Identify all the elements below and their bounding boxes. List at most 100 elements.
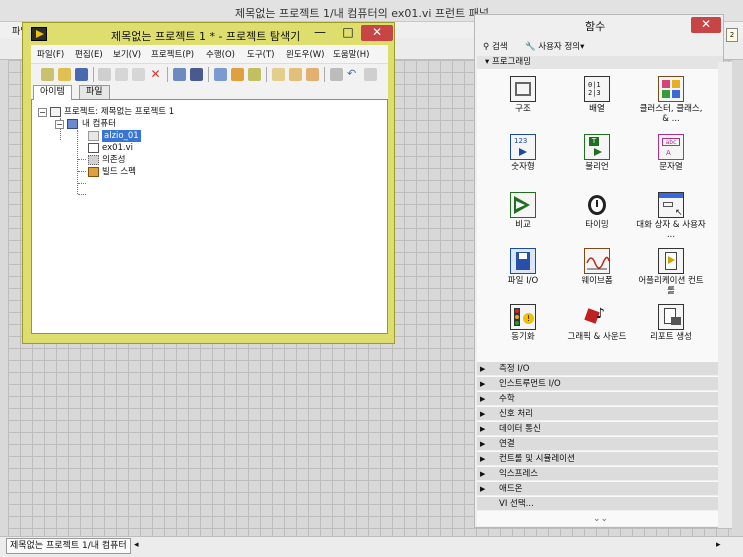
category-programming-header[interactable]: ▾ 프로그래밍 <box>477 56 723 69</box>
palette-item-array[interactable]: 0|1 2|3 배열 <box>561 76 633 132</box>
menu-operate[interactable]: 수행(O) <box>206 48 235 60</box>
undo-icon[interactable]: ↶ <box>347 68 360 81</box>
category-math[interactable]: ▶ 수학 <box>477 392 721 406</box>
dependency-icon[interactable] <box>248 68 261 81</box>
wrench-icon: 🔧 <box>525 42 536 52</box>
toolbar-separator <box>324 67 325 82</box>
palette-item-report[interactable]: 리포트 생성 <box>635 304 707 360</box>
menu-view[interactable]: 보기(V) <box>113 48 141 60</box>
chevron-right-icon: ▶ <box>480 410 486 418</box>
category-instrument-io[interactable]: ▶ 인스트루먼트 I/O <box>477 377 721 391</box>
palette-customize-button[interactable]: 🔧 사용자 정의▾ <box>525 40 584 54</box>
palette-item-waveform[interactable]: 웨이브폼 <box>561 248 633 304</box>
category-data-communication[interactable]: ▶ 데이터 통신 <box>477 422 721 436</box>
tool-b-icon[interactable] <box>289 68 302 81</box>
report-icon <box>658 304 684 330</box>
search-label: 검색 <box>491 42 508 52</box>
palette-item-numeric[interactable]: 123 숫자형 <box>487 134 559 190</box>
dependencies-icon <box>88 155 99 165</box>
tree-item-folder[interactable]: alzio_01 <box>102 130 141 142</box>
scroll-left-icon[interactable]: ◂ <box>134 540 139 550</box>
delete-icon[interactable]: ✕ <box>149 68 162 81</box>
category-express[interactable]: ▶ 익스프레스 <box>477 467 721 481</box>
palette-item-string[interactable]: abc A 문자열 <box>635 134 707 190</box>
collapse-root-icon[interactable]: − <box>38 108 47 117</box>
palette-item-file-io[interactable]: 파일 I/O <box>487 248 559 304</box>
view-options-icon[interactable] <box>214 68 227 81</box>
palette-item-label: 불리언 <box>585 162 609 172</box>
folder-icon <box>88 131 99 141</box>
palette-search-button[interactable]: ⚲ 검색 <box>483 40 508 54</box>
tool-c-icon[interactable] <box>306 68 319 81</box>
deploy-icon[interactable] <box>190 68 203 81</box>
tool-a-icon[interactable] <box>272 68 285 81</box>
help-icon[interactable] <box>364 68 377 81</box>
cut-icon[interactable] <box>98 68 111 81</box>
tree-item-vi[interactable]: ex01.vi <box>102 142 133 154</box>
palette-item-dialog[interactable]: ↖ 대화 상자 & 사용자 ... <box>635 192 707 248</box>
palette-item-comparison[interactable]: 비교 <box>487 192 559 248</box>
menu-project[interactable]: 프로젝트(P) <box>151 48 194 60</box>
file-io-icon <box>510 248 536 274</box>
category-addons[interactable]: ▶ 애드온 <box>477 482 721 496</box>
project-tree[interactable]: − 프로젝트: 제목없는 프로젝트 1 − 내 컴퓨터 alzio_01 ex0… <box>31 99 388 334</box>
search-icon: ⚲ <box>483 42 490 52</box>
palette-item-app-control[interactable]: 어플리케이션 컨트롤 <box>635 248 707 304</box>
palette-item-label: 클러스터, 클래스, & ... <box>639 104 703 124</box>
tree-item-build-specs[interactable]: 빌드 스펙 <box>102 166 136 178</box>
menu-file[interactable]: 파일(F) <box>37 48 64 60</box>
tree-item-my-computer[interactable]: 내 컴퓨터 <box>82 118 116 130</box>
toolbar-separator <box>266 67 267 82</box>
menu-help[interactable]: 도움말(H) <box>333 48 369 60</box>
palette-item-cluster[interactable]: 클러스터, 클래스, & ... <box>635 76 707 132</box>
dialog-icon: ↖ <box>658 192 684 218</box>
project-explorer-title: 제목없는 프로젝트 1 * - 프로젝트 탐색기 <box>111 30 301 43</box>
palette-title: 함수 <box>585 20 606 33</box>
save-all-icon[interactable] <box>75 68 88 81</box>
chevron-right-icon: ▶ <box>480 440 486 448</box>
new-icon[interactable] <box>41 68 54 81</box>
category-measurement-io[interactable]: ▶ 측정 I/O <box>477 362 721 376</box>
palette-scrollbar[interactable] <box>718 62 732 528</box>
maximize-button[interactable]: □ <box>335 25 361 41</box>
palette-item-timing[interactable]: 타이밍 <box>561 192 633 248</box>
close-button[interactable]: ✕ <box>361 25 393 41</box>
category-connectivity[interactable]: ▶ 연결 <box>477 437 721 451</box>
tree-item-project-root[interactable]: 프로젝트: 제목없는 프로젝트 1 <box>64 106 174 118</box>
tab-items[interactable]: 아이템 <box>33 85 72 100</box>
chevron-right-icon: ▶ <box>480 380 486 388</box>
tree-item-dependencies[interactable]: 의존성 <box>102 154 125 166</box>
menu-edit[interactable]: 편집(E) <box>75 48 103 60</box>
vi-icon <box>88 143 99 153</box>
paste-icon[interactable] <box>132 68 145 81</box>
expand-more-icon[interactable]: ⌄⌄ <box>593 514 608 524</box>
open-folder-icon[interactable] <box>58 68 71 81</box>
project-icon <box>50 107 61 117</box>
category-signal-processing[interactable]: ▶ 신호 처리 <box>477 407 721 421</box>
palette-item-label: 그래픽 & 사운드 <box>567 332 627 342</box>
palette-close-button[interactable]: ✕ <box>691 17 721 33</box>
category-select-vi[interactable]: VI 선택... <box>477 497 721 511</box>
minimize-button[interactable]: — <box>307 25 333 41</box>
palette-item-graphics-sound[interactable]: ♪ 그래픽 & 사운드 <box>561 304 633 360</box>
tab-files[interactable]: 파일 <box>79 85 110 100</box>
menu-tools[interactable]: 도구(T) <box>247 48 274 60</box>
string-icon: abc A <box>658 134 684 160</box>
palette-item-boolean[interactable]: T 불리언 <box>561 134 633 190</box>
properties-icon[interactable] <box>330 68 343 81</box>
build-icon[interactable] <box>173 68 186 81</box>
palette-item-sync[interactable]: ! 동기화 <box>487 304 559 360</box>
category-control-simulation[interactable]: ▶ 컨트롤 및 시뮬레이션 <box>477 452 721 466</box>
chevron-right-icon: ▶ <box>480 365 486 373</box>
copy-icon[interactable] <box>115 68 128 81</box>
boolean-icon: T <box>584 134 610 160</box>
palette-item-label: 동기화 <box>511 332 535 342</box>
sync-icon: ! <box>510 304 536 330</box>
menu-window[interactable]: 윈도우(W) <box>286 48 325 60</box>
computer-icon <box>67 119 78 129</box>
add-to-project-icon[interactable] <box>231 68 244 81</box>
scroll-right-icon[interactable]: ▸ <box>716 540 721 550</box>
palette-item-structure[interactable]: 구조 <box>487 76 559 132</box>
connector-pane-icon[interactable]: 2 <box>726 28 738 42</box>
collapse-computer-icon[interactable]: − <box>55 120 64 129</box>
